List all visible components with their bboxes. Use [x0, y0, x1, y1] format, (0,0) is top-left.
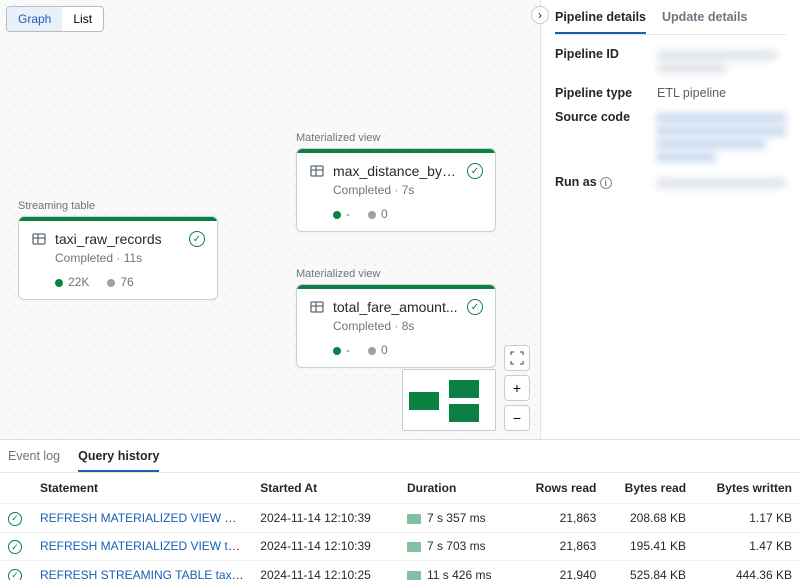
tab-pipeline-details[interactable]: Pipeline details [555, 10, 646, 34]
col-bytes-read[interactable]: Bytes read [604, 473, 694, 504]
cell-duration: 7 s 357 ms [399, 504, 515, 533]
cell-rows: 21,940 [515, 561, 604, 580]
col-statement[interactable]: Statement [32, 473, 252, 504]
fit-view-button[interactable] [504, 345, 530, 371]
node-metrics: - 0 [297, 203, 495, 231]
label-source-code: Source code [555, 110, 646, 165]
zoom-in-button[interactable]: + [504, 375, 530, 401]
zoom-out-button[interactable]: − [504, 405, 530, 431]
node-metrics: 22K 76 [19, 271, 217, 299]
graph-canvas[interactable]: Streaming table taxi_raw_records ✓ Compl… [0, 0, 540, 439]
status-success-icon: ✓ [8, 540, 22, 554]
cell-duration: 7 s 703 ms [399, 532, 515, 561]
node-title: taxi_raw_records [55, 231, 181, 247]
label-pipeline-id: Pipeline ID [555, 47, 647, 76]
value-run-as [656, 178, 786, 188]
table-row[interactable]: ✓ REFRESH MATERIALIZED VIEW total_fa...20… [0, 532, 800, 561]
label-run-as: Run asi [555, 175, 646, 191]
status-success-icon: ✓ [467, 163, 483, 179]
col-rows-read[interactable]: Rows read [515, 473, 604, 504]
statement-link[interactable]: REFRESH MATERIALIZED VIEW total_fa... [40, 539, 252, 553]
status-success-icon: ✓ [189, 231, 205, 247]
collapse-details-button[interactable]: › [531, 6, 549, 24]
query-history-table: Statement Started At Duration Rows read … [0, 473, 800, 580]
cell-started: 2024-11-14 12:10:25 [252, 561, 399, 580]
value-pipeline-id [657, 50, 777, 60]
list-view-button[interactable]: List [62, 7, 103, 31]
table-row[interactable]: ✓ REFRESH MATERIALIZED VIEW max_di...2024… [0, 504, 800, 533]
tab-query-history[interactable]: Query history [78, 444, 159, 472]
value-pipeline-type: ETL pipeline [657, 86, 786, 100]
node-status: Completed · 11s [19, 251, 217, 271]
cell-bytes-written: 1.17 KB [694, 504, 800, 533]
statement-link[interactable]: REFRESH MATERIALIZED VIEW max_di... [40, 511, 252, 525]
label-pipeline-type: Pipeline type [555, 86, 647, 100]
status-success-icon: ✓ [467, 299, 483, 315]
col-started[interactable]: Started At [252, 473, 399, 504]
status-success-icon: ✓ [8, 569, 22, 580]
details-panel: Pipeline details Update details Pipeline… [540, 0, 800, 439]
node-total-fare[interactable]: total_fare_amount... ✓ Completed · 8s - … [296, 284, 496, 368]
node-title: max_distance_by_... [333, 163, 459, 179]
view-toggle: Graph List [6, 6, 104, 32]
tab-update-details[interactable]: Update details [662, 10, 747, 34]
cell-started: 2024-11-14 12:10:39 [252, 504, 399, 533]
tab-event-log[interactable]: Event log [8, 444, 60, 472]
node-status: Completed · 7s [297, 183, 495, 203]
node-metrics: - 0 [297, 339, 495, 367]
node-status: Completed · 8s [297, 319, 495, 339]
cell-started: 2024-11-14 12:10:39 [252, 532, 399, 561]
node-group-label: Materialized view [296, 268, 496, 280]
table-icon [309, 299, 325, 315]
cell-rows: 21,863 [515, 504, 604, 533]
node-taxi-raw-records[interactable]: taxi_raw_records ✓ Completed · 11s 22K 7… [18, 216, 218, 300]
cell-bytes-written: 444.36 KB [694, 561, 800, 580]
cell-bytes-read: 195.41 KB [604, 532, 694, 561]
col-bytes-written[interactable]: Bytes written [694, 473, 800, 504]
table-icon [309, 163, 325, 179]
minimap[interactable] [402, 369, 496, 431]
node-group-label: Streaming table [18, 200, 218, 212]
statement-link[interactable]: REFRESH STREAMING TABLE taxi_raw... [40, 568, 252, 580]
table-row[interactable]: ✓ REFRESH STREAMING TABLE taxi_raw...2024… [0, 561, 800, 580]
cell-rows: 21,863 [515, 532, 604, 561]
node-title: total_fare_amount... [333, 299, 459, 315]
cell-bytes-read: 525.84 KB [604, 561, 694, 580]
value-source-code[interactable] [656, 110, 786, 165]
col-duration[interactable]: Duration [399, 473, 515, 504]
graph-view-button[interactable]: Graph [7, 7, 62, 31]
info-icon[interactable]: i [600, 177, 612, 189]
status-success-icon: ✓ [8, 512, 22, 526]
table-icon [31, 231, 47, 247]
cell-bytes-written: 1.47 KB [694, 532, 800, 561]
node-group-label: Materialized view [296, 132, 496, 144]
cell-duration: 11 s 426 ms [399, 561, 515, 580]
node-max-distance[interactable]: max_distance_by_... ✓ Completed · 7s - 0 [296, 148, 496, 232]
cell-bytes-read: 208.68 KB [604, 504, 694, 533]
